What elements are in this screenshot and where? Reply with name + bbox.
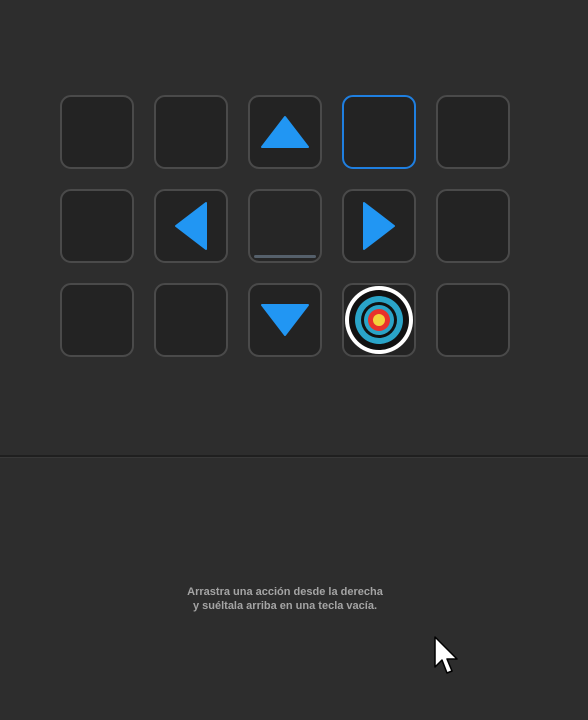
key-r2-c3[interactable] bbox=[248, 189, 322, 263]
key-r1-c1[interactable] bbox=[60, 95, 134, 169]
key-canvas bbox=[0, 0, 588, 455]
arrow-down-icon bbox=[261, 304, 309, 336]
arrow-up-icon bbox=[261, 116, 309, 148]
key-r1-c4[interactable] bbox=[342, 95, 416, 169]
drop-hint-text: Arrastra una acción desde la derecha y s… bbox=[0, 585, 570, 613]
drop-hint-line-1: Arrastra una acción desde la derecha bbox=[187, 586, 383, 598]
key-press-indicator bbox=[254, 255, 316, 258]
key-r3-c4[interactable] bbox=[342, 283, 416, 357]
key-r1-c2[interactable] bbox=[154, 95, 228, 169]
key-r1-c3[interactable] bbox=[248, 95, 322, 169]
key-r3-c2[interactable] bbox=[154, 283, 228, 357]
key-r3-c5[interactable] bbox=[436, 283, 510, 357]
key-r3-c1[interactable] bbox=[60, 283, 134, 357]
key-grid bbox=[60, 95, 510, 357]
panel-divider[interactable] bbox=[0, 455, 588, 458]
key-r2-c2[interactable] bbox=[154, 189, 228, 263]
key-r2-c4[interactable] bbox=[342, 189, 416, 263]
key-r2-c1[interactable] bbox=[60, 189, 134, 263]
arrow-left-icon bbox=[175, 202, 207, 250]
mouse-pointer-icon bbox=[434, 636, 458, 674]
key-r1-c5[interactable] bbox=[436, 95, 510, 169]
drop-hint-line-2: y suéltala arriba en una tecla vacía. bbox=[192, 600, 378, 612]
arrow-right-icon bbox=[363, 202, 395, 250]
key-r3-c3[interactable] bbox=[248, 283, 322, 357]
key-r2-c5[interactable] bbox=[436, 189, 510, 263]
target-icon bbox=[345, 286, 413, 354]
app-window: Arrastra una acción desde la derecha y s… bbox=[0, 0, 588, 720]
